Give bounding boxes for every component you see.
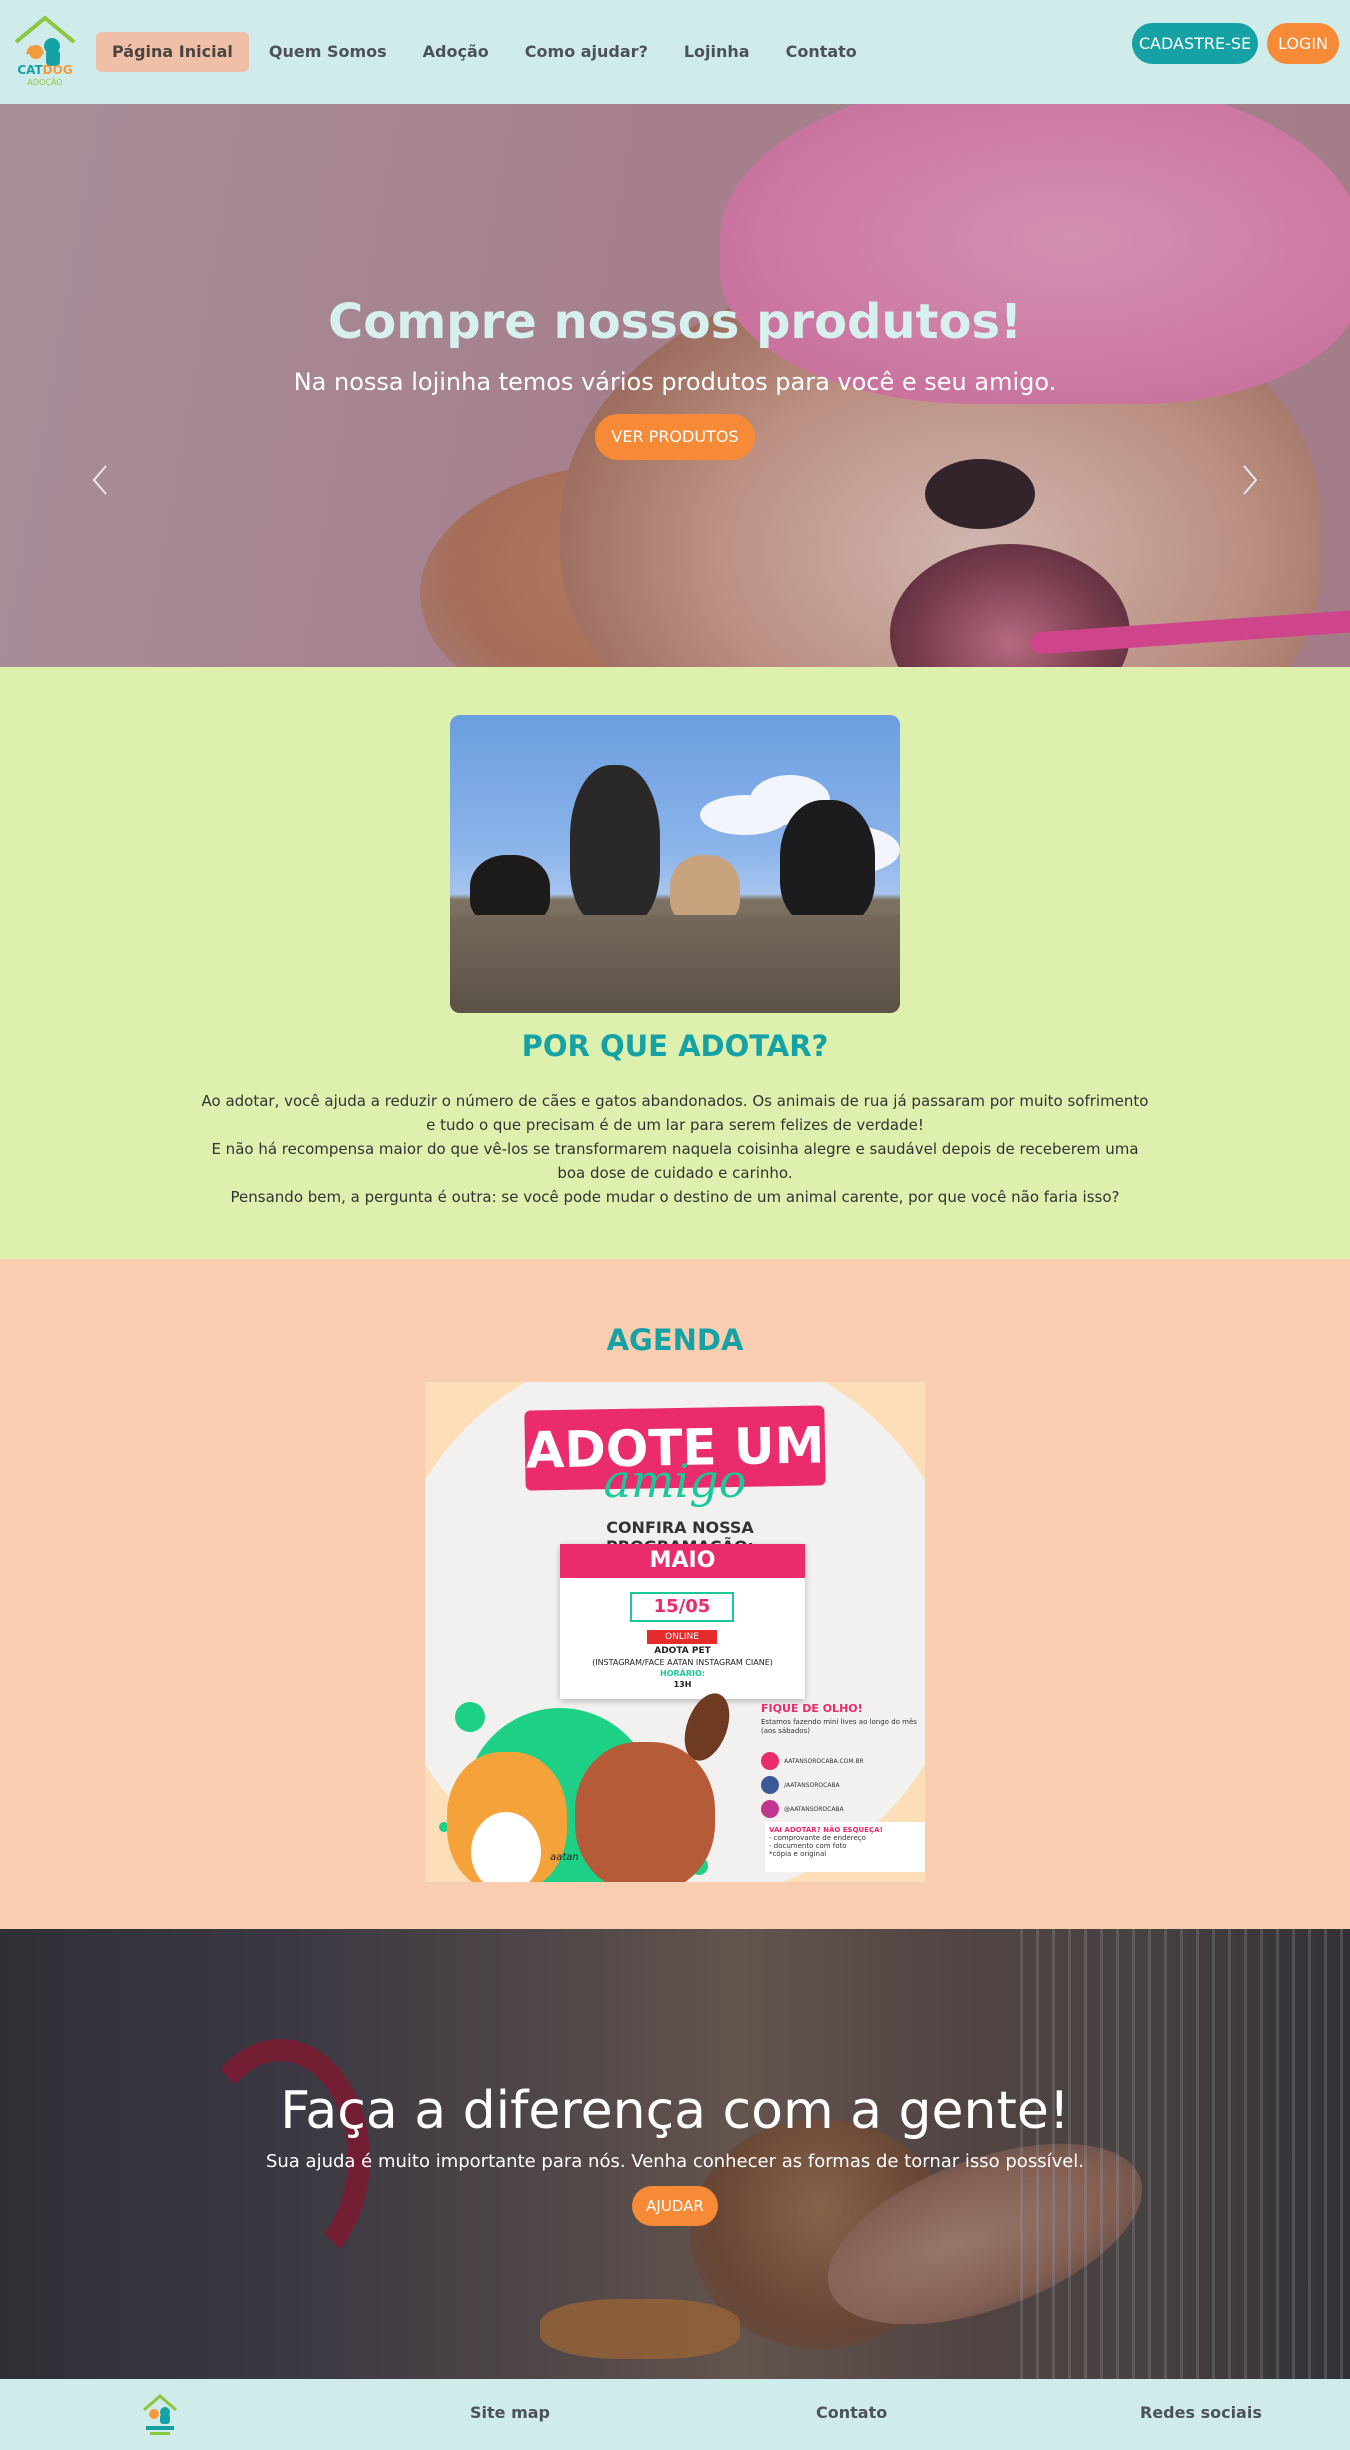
- agenda-section: AGENDA ADOTE UM amigo CONFIRA NOSSA PROG…: [0, 1259, 1350, 1929]
- footer: Site map Contato Redes sociais: [0, 2379, 1350, 2450]
- instagram-icon: [761, 1800, 779, 1818]
- signup-button[interactable]: CADASTRE-SE: [1132, 23, 1258, 64]
- help-button[interactable]: AJUDAR: [632, 2186, 718, 2226]
- poster-facebook: /AATANSOROCABA: [761, 1776, 840, 1794]
- footer-logo[interactable]: [140, 2392, 180, 2438]
- chevron-right-icon[interactable]: [1238, 460, 1262, 507]
- facebook-icon: [761, 1776, 779, 1794]
- nav-link-adocao[interactable]: Adoção: [407, 32, 505, 72]
- hero-caption: Compre nossos produtos! Na nossa lojinha…: [0, 294, 1350, 460]
- logo-text-cat: CAT: [17, 63, 43, 77]
- why-adopt-title: POR QUE ADOTAR?: [521, 1029, 829, 1063]
- poster-online-badge: ONLINE: [647, 1630, 717, 1644]
- poster-time-label: HORÁRIO:: [660, 1669, 705, 1678]
- poster-script-text: amigo: [603, 1454, 747, 1508]
- nav-link-home[interactable]: Página Inicial: [96, 32, 249, 72]
- poster-dog-illustration: [575, 1742, 715, 1882]
- poster-fique-text: Estamos fazendo mini lives ao longo do m…: [761, 1718, 917, 1735]
- logo-text-dog: DOG: [42, 63, 73, 77]
- footer-link-redes-sociais[interactable]: Redes sociais: [1140, 2403, 1262, 2422]
- help-title: Faça a diferença com a gente!: [280, 2081, 1070, 2141]
- poster-req-1: - comprovante de endereço: [769, 1834, 866, 1842]
- poster-requirements-title: VAI ADOTAR? NÃO ESQUEÇA!: [769, 1826, 883, 1834]
- poster-instagram-text: @AATANSOROCABA: [784, 1805, 844, 1813]
- login-button[interactable]: LOGIN: [1267, 23, 1339, 64]
- make-a-difference-section: Faça a diferença com a gente! Sua ajuda …: [0, 1929, 1350, 2379]
- poster-event-channels: (INSTAGRAM/FACE AATAN INSTAGRAM CIANE): [592, 1658, 773, 1667]
- poster-event-details: ADOTA PET (INSTAGRAM/FACE AATAN INSTAGRA…: [560, 1646, 805, 1690]
- adoption-event-poster: ADOTE UM amigo CONFIRA NOSSA PROGRAMAÇÃO…: [425, 1382, 925, 1882]
- view-products-button[interactable]: VER PRODUTOS: [595, 414, 755, 460]
- nav-link-quem-somos[interactable]: Quem Somos: [253, 32, 403, 72]
- logo-text-adocao: ADOÇÃO: [27, 78, 63, 87]
- why-adopt-text: Ao adotar, você ajuda a reduzir o número…: [200, 1089, 1150, 1209]
- poster-req-2: - documento com foto: [769, 1842, 847, 1850]
- poster-month: MAIO: [560, 1544, 805, 1578]
- why-adopt-paragraph-1: Ao adotar, você ajuda a reduzir o número…: [201, 1092, 1149, 1134]
- catdog-logo[interactable]: CATDOG ADOÇÃO: [10, 12, 80, 92]
- poster-event-name: ADOTA PET: [654, 1646, 711, 1656]
- poster-req-3: *cópia e original: [769, 1850, 827, 1858]
- why-adopt-paragraph-3: Pensando bem, a pergunta é outra: se voc…: [230, 1188, 1120, 1206]
- why-adopt-section: POR QUE ADOTAR? Ao adotar, você ajuda a …: [0, 667, 1350, 1259]
- dogs-on-wall-image: [450, 715, 900, 1013]
- poster-fique-de-olho: FIQUE DE OLHO!: [761, 1702, 863, 1715]
- main-nav: Página Inicial Quem Somos Adoção Como aj…: [96, 32, 873, 72]
- nav-link-contato[interactable]: Contato: [770, 32, 873, 72]
- chevron-left-icon[interactable]: [88, 460, 112, 507]
- poster-site: AATANSOROCABA.COM.BR: [761, 1752, 864, 1770]
- nav-link-lojinha[interactable]: Lojinha: [668, 32, 766, 72]
- poster-instagram: @AATANSOROCABA: [761, 1800, 844, 1818]
- poster-requirements: VAI ADOTAR? NÃO ESQUEÇA! - comprovante d…: [765, 1822, 925, 1872]
- navbar: CATDOG ADOÇÃO Página Inicial Quem Somos …: [0, 0, 1350, 104]
- footer-link-site-map[interactable]: Site map: [470, 2403, 550, 2422]
- footer-link-contato[interactable]: Contato: [816, 2403, 887, 2422]
- agenda-title: AGENDA: [606, 1323, 744, 1357]
- nav-link-como-ajudar[interactable]: Como ajudar?: [509, 32, 664, 72]
- poster-schedule-card: MAIO 15/05 ONLINE ADOTA PET (INSTAGRAM/F…: [560, 1544, 805, 1699]
- poster-date: 15/05: [630, 1592, 734, 1622]
- poster-brand: aatan: [550, 1852, 579, 1863]
- hero-carousel: Compre nossos produtos! Na nossa lojinha…: [0, 104, 1350, 667]
- help-caption: Faça a diferença com a gente! Sua ajuda …: [0, 2081, 1350, 2226]
- why-adopt-paragraph-2: E não há recompensa maior do que vê-los …: [211, 1140, 1139, 1182]
- help-subtitle: Sua ajuda é muito importante para nós. V…: [265, 2151, 1085, 2172]
- hero-subtitle: Na nossa lojinha temos vários produtos p…: [293, 368, 1057, 396]
- poster-time: 13H: [673, 1680, 692, 1689]
- globe-icon: [761, 1752, 779, 1770]
- poster-site-text: AATANSOROCABA.COM.BR: [784, 1757, 864, 1765]
- hero-title: Compre nossos produtos!: [328, 294, 1022, 350]
- poster-facebook-text: /AATANSOROCABA: [784, 1781, 840, 1789]
